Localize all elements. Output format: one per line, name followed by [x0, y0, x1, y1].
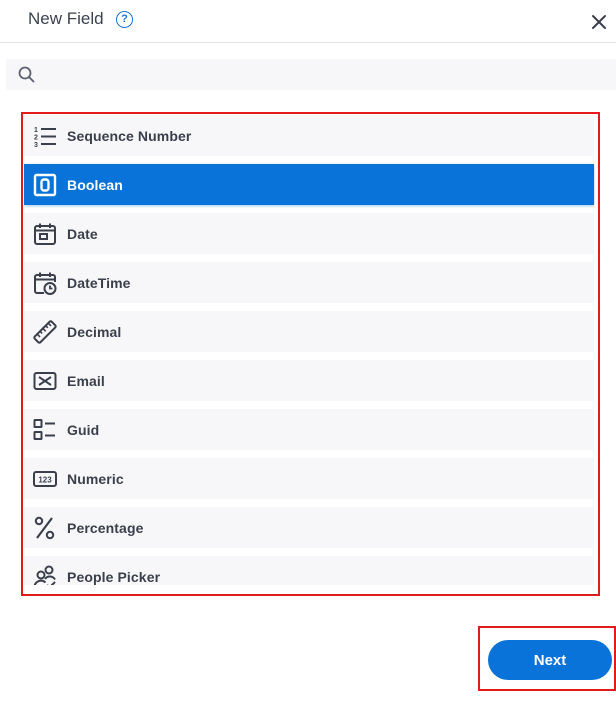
field-type-label: DateTime — [67, 275, 131, 291]
svg-text:123: 123 — [38, 476, 52, 485]
search-bar — [6, 59, 616, 90]
next-button[interactable]: Next — [488, 640, 612, 680]
calendar-clock-icon — [34, 272, 57, 295]
field-type-label: Sequence Number — [67, 128, 192, 144]
field-type-label: Email — [67, 373, 105, 389]
field-type-percentage[interactable]: Percentage — [24, 507, 594, 548]
field-type-list-highlight: 1 2 3 Sequence Number Boolean Date DateT… — [21, 112, 600, 596]
field-type-datetime[interactable]: DateTime — [24, 262, 594, 303]
svg-text:1: 1 — [34, 127, 38, 134]
svg-text:3: 3 — [34, 142, 38, 148]
percent-icon — [34, 516, 55, 540]
calendar-icon — [34, 223, 56, 245]
search-icon — [18, 66, 35, 83]
field-type-list[interactable]: 1 2 3 Sequence Number Boolean Date DateT… — [24, 115, 595, 585]
envelope-icon — [33, 372, 57, 390]
field-type-label: Boolean — [67, 177, 123, 193]
next-button-highlight: Next — [478, 626, 616, 691]
ruler-icon — [33, 320, 57, 344]
field-type-label: Decimal — [67, 324, 122, 340]
dialog-header: New Field ? — [0, 0, 616, 43]
dialog-title: New Field — [28, 9, 104, 28]
field-type-label: Numeric — [67, 471, 124, 487]
field-type-decimal[interactable]: Decimal — [24, 311, 594, 352]
field-type-people-picker[interactable]: People Picker — [24, 556, 594, 585]
boolean-icon — [33, 173, 57, 197]
field-type-label: Guid — [67, 422, 100, 438]
people-picker-icon — [33, 565, 56, 585]
field-type-boolean[interactable]: Boolean — [24, 164, 594, 205]
help-icon[interactable]: ? — [116, 11, 133, 28]
field-type-guid[interactable]: Guid — [24, 409, 594, 450]
search-input[interactable] — [44, 59, 604, 90]
field-type-date[interactable]: Date — [24, 213, 594, 254]
field-type-label: Date — [67, 226, 98, 242]
field-type-email[interactable]: Email — [24, 360, 594, 401]
numeric-123-icon: 123 — [33, 471, 57, 487]
guid-list-icon — [33, 419, 55, 440]
field-type-label: Percentage — [67, 520, 144, 536]
field-type-sequence-number[interactable]: 1 2 3 Sequence Number — [24, 115, 594, 156]
sequence-number-icon: 1 2 3 — [34, 127, 56, 148]
field-type-label: People Picker — [67, 569, 161, 585]
field-type-numeric[interactable]: 123 Numeric — [24, 458, 594, 499]
svg-text:2: 2 — [34, 135, 38, 142]
close-icon[interactable] — [590, 13, 608, 31]
